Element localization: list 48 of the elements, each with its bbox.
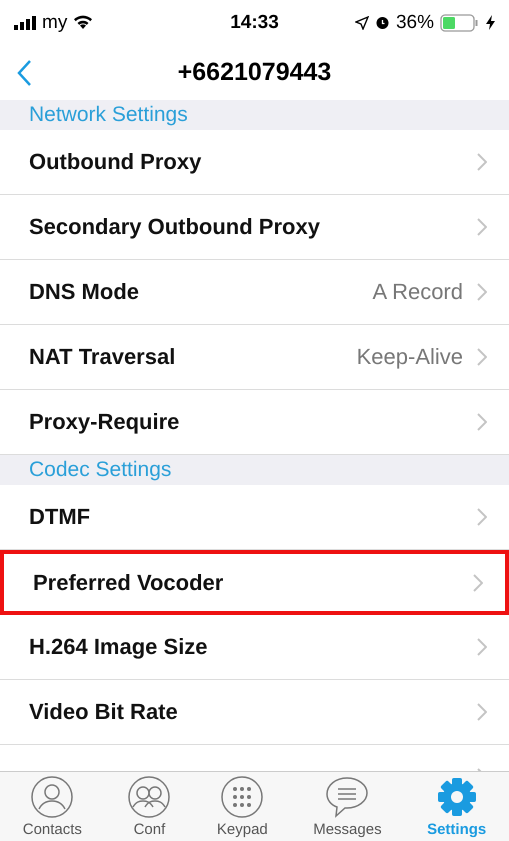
row-label: DNS Mode [29,279,140,305]
section-header: Network Settings [0,100,509,130]
nav-title: +6621079443 [178,58,332,87]
settings-row[interactable]: DNS Mode A Record [0,260,509,325]
row-label: H.264 Image Size [29,634,209,660]
settings-row[interactable]: NAT Traversal Keep-Alive [0,325,509,390]
settings-row[interactable]: Video Bit Rate [0,680,509,745]
person-icon [30,775,74,819]
location-arrow-icon [354,16,369,30]
speech-bubble-icon [324,775,370,819]
chevron-icon [477,153,487,171]
chevron-icon [473,574,483,592]
row-value: A Record [372,279,463,305]
section-header: Codec Settings [0,455,509,485]
chevron-icon [477,413,487,431]
row-label: Video Bit Rate [29,699,179,725]
row-label: Secondary Outbound Proxy [29,214,321,240]
highlighted-settings-row[interactable]: Preferred Vocoder [0,550,509,615]
chevron-icon [477,348,487,366]
wifi-icon [73,15,94,30]
signal-icon [14,16,36,30]
chevron-icon [477,703,487,721]
tab-bar-item[interactable]: Keypad [216,772,268,841]
alarm-clock-icon [374,15,390,30]
chevron-icon [477,638,487,656]
row-label: Outbound Proxy [29,149,202,175]
battery-icon [440,14,480,32]
tab-bar-item[interactable]: Conf [127,772,172,841]
chevron-icon [477,508,487,526]
settings-row[interactable]: H.264 Image Size [0,615,509,680]
row-label: NAT Traversal [29,344,176,370]
row-value: Keep-Alive [356,344,463,370]
tab-bar-item[interactable]: Messages [313,772,382,841]
people-icon [127,775,172,819]
settings-row[interactable]: Outbound Proxy [0,130,509,195]
row-label: Proxy-Require [29,409,180,435]
chevron-icon [477,283,487,301]
status-time: 14:33 [230,12,279,34]
settings-row[interactable]: DTMF [0,485,509,550]
tab-bar-item[interactable]: Contacts [22,772,82,841]
chevron-icon [477,218,487,236]
battery-percentage: 36% [396,12,434,34]
carrier-name: my [42,12,68,34]
charging-bolt-icon [486,15,496,30]
row-label: DTMF [29,504,92,530]
row-label: Preferred Vocoder [33,570,224,596]
settings-row[interactable]: Secondary Outbound Proxy [0,195,509,260]
keypad-icon [220,775,264,819]
